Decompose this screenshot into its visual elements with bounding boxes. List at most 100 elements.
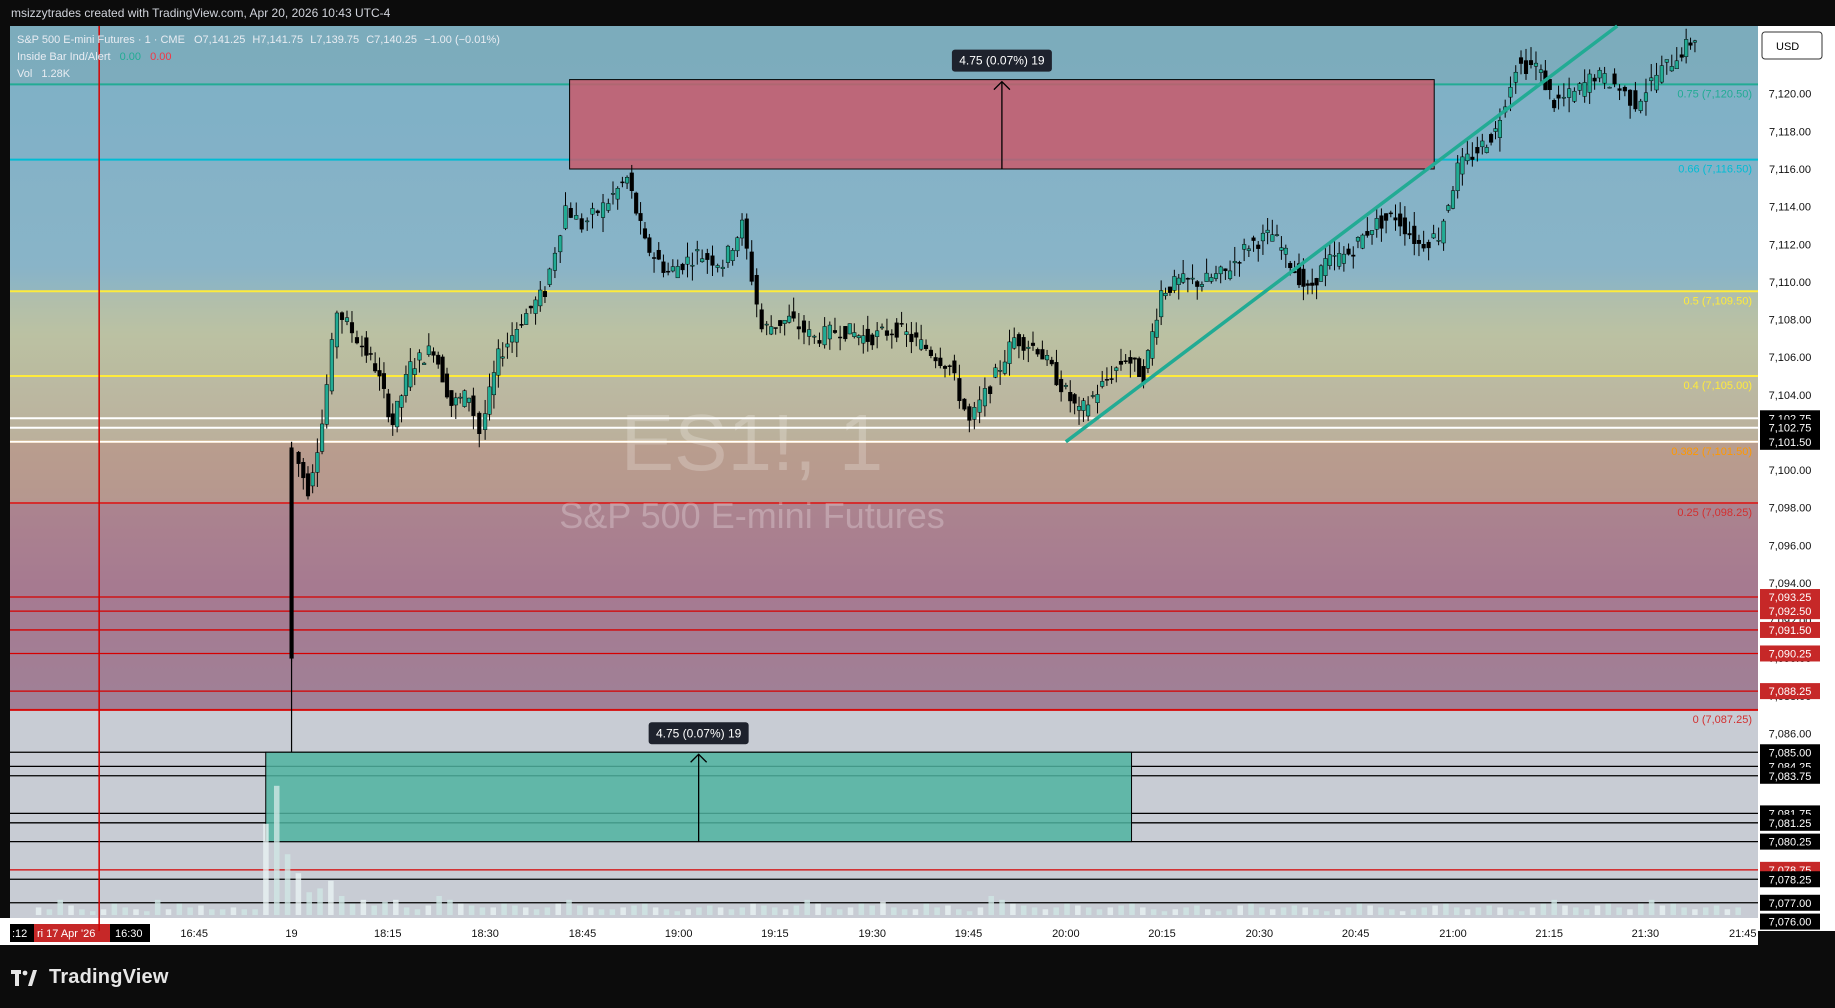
candle-body-32 xyxy=(440,356,445,383)
candle-body-117 xyxy=(852,332,857,337)
candle-body-5 xyxy=(315,452,320,473)
volume-bar-71 xyxy=(804,899,810,915)
candle-body-36 xyxy=(458,396,463,399)
legend-indicator-row[interactable]: Inside Bar Ind/Alert 0.00 0.00 xyxy=(17,51,172,63)
candle-body-208 xyxy=(1279,247,1284,251)
volume-bar-117 xyxy=(1302,907,1308,915)
candle-body-14 xyxy=(359,345,364,348)
price-tag-1: 7,102.75 xyxy=(1769,423,1812,435)
candle-body-233 xyxy=(1393,217,1398,221)
volume-bar-17 xyxy=(219,909,226,915)
candle-body-55 xyxy=(547,268,552,285)
candle-body-84 xyxy=(690,264,695,267)
candle-body-60 xyxy=(574,215,579,220)
volume-bar-10 xyxy=(144,911,150,915)
candle-body-266 xyxy=(1552,100,1557,109)
candle-body-275 xyxy=(1597,69,1602,79)
candle-body-2 xyxy=(301,461,306,479)
currency-button[interactable]: USD xyxy=(1761,31,1823,60)
candle-body-254 xyxy=(1493,128,1498,132)
volume-bar-61 xyxy=(696,907,702,915)
footer xyxy=(0,958,1835,1008)
volume-bar-118 xyxy=(1313,909,1319,915)
fib-label-5: 0.25 (7,098.25) xyxy=(1677,507,1752,519)
volume-bar-4 xyxy=(79,909,85,915)
candle-body-161 xyxy=(1063,385,1068,387)
candle-body-26 xyxy=(412,368,417,375)
candle-body-88 xyxy=(710,255,715,266)
price-axis-tick-13: 7,112.00 xyxy=(1769,239,1811,251)
candle-body-180 xyxy=(1150,331,1155,359)
candle-body-281 xyxy=(1628,89,1633,106)
legend-symbol-row[interactable]: S&P 500 E-mini Futures · 1 · CME O7,141.… xyxy=(17,34,500,46)
candle-body-276 xyxy=(1602,73,1607,84)
candle-body-227 xyxy=(1365,231,1370,236)
candle-body-42 xyxy=(487,386,492,415)
volume-bar-135 xyxy=(1497,907,1503,915)
volume-bar-57 xyxy=(652,907,659,915)
candle-body-289 xyxy=(1669,66,1674,72)
candle-body-47 xyxy=(510,335,515,343)
candle-body-290 xyxy=(1674,60,1679,69)
candle-body-133 xyxy=(928,349,933,356)
fib-label-6: 0 (7,087.25) xyxy=(1693,714,1752,726)
legend-close: C7,140.25 xyxy=(366,34,417,46)
legend-volume-row[interactable]: Vol 1.28K xyxy=(17,68,70,80)
time-axis-label-8: 19:45 xyxy=(955,928,983,940)
volume-bar-74 xyxy=(836,909,843,915)
volume-bar-95 xyxy=(1064,903,1070,915)
volume-bar-111 xyxy=(1237,905,1243,915)
volume-bar-26 xyxy=(317,888,323,915)
volume-bar-36 xyxy=(425,905,432,915)
candle-body-92 xyxy=(730,250,735,261)
candle-body-46 xyxy=(505,343,510,348)
volume-bar-103 xyxy=(1150,909,1157,915)
price-tag-16: 7,078.25 xyxy=(1769,874,1812,886)
candle-body-207 xyxy=(1274,234,1280,236)
price-chart[interactable]: 4.75 (0.07%) 19 4.75 (0.07%) 19 ES1!, 1 S… xyxy=(0,0,1835,958)
candle-body-285 xyxy=(1649,77,1654,82)
volume-bar-88 xyxy=(988,896,995,915)
candle-body-168 xyxy=(1095,394,1100,403)
price-tag-13: 7,081.25 xyxy=(1769,818,1812,830)
candle-body-274 xyxy=(1592,77,1597,82)
candle-body-236 xyxy=(1407,233,1412,236)
candle-body-214 xyxy=(1305,283,1310,286)
price-tag-5: 7,091.50 xyxy=(1769,625,1812,637)
candle-body-228 xyxy=(1369,230,1375,235)
candle-body-71 xyxy=(629,172,634,191)
candle-body-58 xyxy=(563,205,568,229)
candle-body-171 xyxy=(1109,378,1114,380)
candle-body-20 xyxy=(386,393,391,418)
candle-body-111 xyxy=(822,326,827,346)
volume-bar-75 xyxy=(847,907,854,915)
candle-body-89 xyxy=(715,265,720,268)
volume-bar-38 xyxy=(447,899,453,915)
candle-body-66 xyxy=(606,203,611,211)
volume-bar-105 xyxy=(1172,909,1179,915)
candle-body-244 xyxy=(1446,205,1451,211)
price-axis-tick-7: 7,100.00 xyxy=(1769,465,1812,477)
volume-bar-19 xyxy=(241,909,248,915)
candle-body-143 xyxy=(977,399,982,413)
candle-body-70 xyxy=(625,177,630,184)
fib-label-0: 0.75 (7,120.50) xyxy=(1677,88,1752,100)
volume-bar-91 xyxy=(1020,905,1027,915)
candle-body-172 xyxy=(1114,367,1119,371)
volume-bar-84 xyxy=(945,905,951,915)
volume-bar-40 xyxy=(468,905,475,915)
candle-body-127 xyxy=(899,323,904,325)
candle-body-258 xyxy=(1513,71,1518,83)
candle-body-220 xyxy=(1332,255,1337,257)
candle-body-21 xyxy=(390,413,395,426)
volume-bar-22 xyxy=(273,785,280,915)
volume-bar-137 xyxy=(1518,911,1525,915)
candle-body-49 xyxy=(519,324,524,326)
candle-body-24 xyxy=(403,374,408,396)
candle-body-226 xyxy=(1360,234,1365,249)
volume-bar-150 xyxy=(1659,905,1666,915)
candle-body-269 xyxy=(1567,88,1572,98)
tradingview-logo[interactable]: TradingView xyxy=(11,966,169,989)
candle-body-7 xyxy=(324,384,329,425)
candle-spike-body xyxy=(289,447,294,659)
